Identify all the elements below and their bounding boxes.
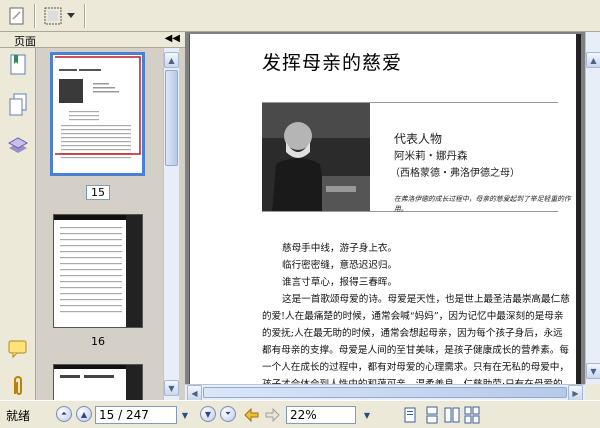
scroll-right-icon[interactable]: ▶ xyxy=(568,385,583,401)
status-bar: 就绪 ⏶ ▲ 15 / 247 ▼ ▼ ⏷ 22% ▼ xyxy=(0,400,600,428)
page-thumbnail[interactable] xyxy=(53,364,143,400)
thumbnails-scrollbar[interactable]: ▲ ▼ xyxy=(163,48,179,400)
pages-panel-header: 页面 ◀◀ xyxy=(0,32,185,48)
first-page-icon[interactable]: ⏶ xyxy=(56,406,72,422)
poem-line: 临行密密缝，意恐迟迟归。 xyxy=(282,260,398,271)
zoom-dropdown-arrow-icon[interactable]: ▼ xyxy=(360,407,374,423)
navigation-tabs xyxy=(0,48,36,400)
document-horizontal-scrollbar[interactable]: ◀ ▶ xyxy=(185,384,585,401)
poem-line: 谁言寸草心，报得三春晖。 xyxy=(282,277,398,288)
page-dropdown-arrow-icon[interactable]: ▼ xyxy=(178,407,192,423)
next-page-icon[interactable]: ▼ xyxy=(200,406,216,422)
page-number-field[interactable]: 15 / 247 xyxy=(95,406,177,424)
pages-panel: 页面 ◀◀ 15 16 ▲ ▼ xyxy=(0,32,185,400)
horizontal-scroll-thumb[interactable] xyxy=(203,387,567,398)
poem-line: 慈母手中线，游子身上衣。 xyxy=(282,243,398,254)
scroll-up-icon[interactable]: ▲ xyxy=(164,52,179,68)
toolbar xyxy=(0,0,600,32)
attachments-icon[interactable] xyxy=(6,374,30,400)
scroll-up-icon[interactable]: ▲ xyxy=(586,52,600,68)
thumbnail-page-label: 15 xyxy=(86,185,110,200)
comments-icon[interactable] xyxy=(6,336,30,362)
select-tool-icon[interactable] xyxy=(4,3,30,29)
bookmarks-icon[interactable] xyxy=(6,52,30,78)
continuous-facing-view-icon[interactable] xyxy=(464,406,480,424)
page-edge-shadow xyxy=(576,34,581,386)
document-viewport: 发挥母亲的慈爱 代表人物 阿米莉・娜丹森 （西格蒙德・弗洛伊德之母） 在弗洛伊德… xyxy=(185,32,585,386)
page-title: 发挥母亲的慈爱 xyxy=(262,52,403,74)
go-back-icon[interactable] xyxy=(244,406,260,424)
representative-note: （西格蒙德・弗洛伊德之母） xyxy=(390,168,520,179)
scroll-down-icon[interactable]: ▼ xyxy=(586,363,600,379)
single-page-view-icon[interactable] xyxy=(402,406,418,424)
page-thumbnail[interactable] xyxy=(50,52,145,176)
photo-caption: 在弗洛伊德的成长过程中，母亲的慈爱起到了举足轻重的作用。 xyxy=(394,195,571,213)
snapshot-tool-icon[interactable] xyxy=(40,3,66,29)
pages-panel-title: 页面 xyxy=(14,35,36,48)
toolbar-separator xyxy=(34,4,36,28)
scroll-left-icon[interactable]: ◀ xyxy=(187,385,202,401)
thumbnails-scroll-thumb[interactable] xyxy=(165,70,178,166)
facing-view-icon[interactable] xyxy=(444,406,460,424)
thumbnail-page-label: 16 xyxy=(91,335,105,348)
dropdown-arrow-icon[interactable] xyxy=(64,3,78,29)
page-thumbnails-list: 15 16 xyxy=(37,48,163,400)
page-thumbnail[interactable] xyxy=(53,214,143,328)
document-page: 发挥母亲的慈爱 代表人物 阿米莉・娜丹森 （西格蒙德・弗洛伊德之母） 在弗洛伊德… xyxy=(189,34,576,386)
collapse-panel-icon[interactable]: ◀◀ xyxy=(165,33,180,44)
zoom-field[interactable]: 22% xyxy=(286,406,356,424)
representative-label: 代表人物 xyxy=(394,132,443,146)
layers-icon[interactable] xyxy=(6,132,30,158)
toolbar-separator xyxy=(84,4,86,28)
representative-name: 阿米莉・娜丹森 xyxy=(394,150,468,162)
status-text: 就绪 xyxy=(6,409,31,423)
previous-page-icon[interactable]: ▲ xyxy=(76,406,92,422)
scrollbar-corner xyxy=(585,384,600,400)
scroll-down-icon[interactable]: ▼ xyxy=(164,380,179,396)
go-forward-icon[interactable] xyxy=(264,406,280,424)
continuous-view-icon[interactable] xyxy=(424,406,440,424)
document-vertical-scrollbar[interactable]: ▲ ▼ xyxy=(585,32,600,384)
body-paragraph: 这是一首歌颂母爱的诗。母爱是天性，也是世上最圣洁最崇高最仁慈的爱!人在最痛楚的时… xyxy=(262,294,570,386)
pages-thumbnails-icon[interactable] xyxy=(6,92,30,118)
last-page-icon[interactable]: ⏷ xyxy=(220,406,236,422)
